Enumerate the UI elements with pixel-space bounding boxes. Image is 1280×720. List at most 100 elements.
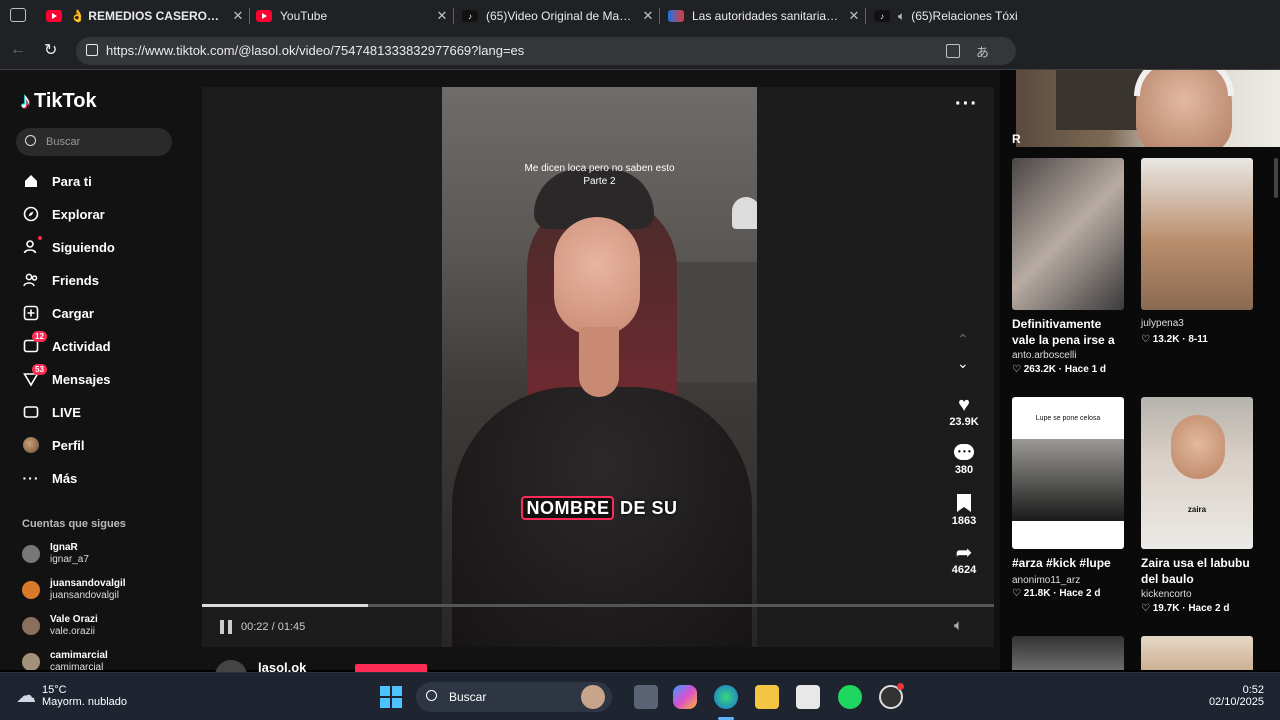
file-explorer-icon[interactable] (755, 685, 779, 709)
video-subtitle: NOMBRE DE SU (442, 496, 757, 520)
tiktok-icon: ♪ (874, 10, 890, 22)
thumbnail-overlay-text: zaira (1187, 505, 1207, 514)
refresh-icon[interactable]: ↻ (44, 40, 57, 60)
close-icon[interactable]: ✕ (434, 8, 450, 24)
close-icon[interactable]: ✕ (230, 8, 246, 24)
browser-tab[interactable]: ♪ (65)Video Original de Mantec ✕ (462, 4, 656, 28)
search-box[interactable]: Buscar (16, 128, 172, 156)
next-video-icon[interactable]: ⌄ (957, 355, 969, 372)
tiktok-sidebar: ♪ TikTok Buscar Para ti Explorar Siguien… (0, 70, 200, 670)
video-stats: ♡ 21.8K · Hace 2 d (1012, 588, 1101, 599)
friends-icon (22, 271, 40, 289)
author-name[interactable]: lasol.ok (258, 660, 306, 672)
panel-header-fragment: R (1012, 132, 1021, 146)
nav-label: Para ti (52, 173, 92, 189)
tiktok-logo[interactable]: ♪ TikTok (20, 88, 97, 114)
video-thumbnail[interactable] (1012, 636, 1124, 670)
like-count: 263.2K (1023, 364, 1056, 375)
volume-icon[interactable]: 🔈︎ (954, 617, 963, 634)
tab-split-icon[interactable] (946, 44, 960, 58)
browser-tab[interactable]: Las autoridades sanitarias de ✕ (668, 4, 862, 28)
video-title: Definitivamente vale la pena irse a bahí… (1012, 317, 1115, 347)
youtube-icon (256, 10, 272, 22)
weather-desc: Mayorm. nublado (42, 695, 127, 708)
nav-label: Explorar (52, 206, 105, 222)
cloud-sun-icon: ☁ (16, 685, 36, 707)
following-account[interactable]: IgnaR ignar_a7 (22, 540, 89, 568)
nav-item-live[interactable]: LIVE (22, 400, 81, 424)
video-stage[interactable]: Me dicen loca pero no saben esto Parte 2… (202, 87, 994, 647)
compass-icon (22, 205, 40, 223)
weather-widget[interactable]: ☁ 15°C Mayorm. nublado (16, 683, 127, 708)
scrollbar[interactable] (1274, 158, 1278, 198)
taskbar-search[interactable]: Buscar (416, 682, 612, 712)
video-thumbnail[interactable] (1141, 636, 1253, 670)
address-bar[interactable]: https://www.tiktok.com/@lasol.ok/video/7… (76, 37, 1016, 65)
nav-item-explorar[interactable]: Explorar (22, 202, 105, 226)
tab-title: (65)Relaciones Tóxi (911, 9, 1018, 23)
following-account[interactable]: juansandovalgil juansandovalgil (22, 576, 126, 604)
share-button[interactable]: ➦ 4624 (944, 542, 984, 576)
profile-icon (22, 436, 40, 454)
edge-icon[interactable] (714, 685, 738, 709)
url-text[interactable]: https://www.tiktok.com/@lasol.ok/video/7… (106, 43, 524, 58)
system-clock[interactable]: 0:52 02/10/2025 (1190, 684, 1264, 708)
video-frame[interactable]: Me dicen loca pero no saben esto Parte 2… (442, 87, 757, 647)
heart-icon: ♥ (958, 394, 970, 416)
doorway (667, 262, 757, 382)
recommended-video[interactable]: Definitivamente vale la pena irse a bahí… (1012, 158, 1124, 375)
author-avatar[interactable] (215, 660, 247, 672)
comment-button[interactable]: • • • 380 (944, 444, 984, 476)
task-view-icon[interactable] (634, 685, 658, 709)
nav-item-mensajes[interactable]: 53 Mensajes (22, 364, 111, 391)
nav-item-friends[interactable]: Friends (22, 268, 99, 292)
upload-icon (22, 304, 40, 322)
pause-icon[interactable] (220, 620, 232, 634)
share-icon: ➦ (955, 542, 973, 564)
face (554, 217, 640, 335)
site-info-icon[interactable] (86, 44, 98, 56)
search-input[interactable]: Buscar (46, 136, 80, 148)
nav-item-cargar[interactable]: Cargar (22, 301, 94, 325)
translate-icon[interactable]: あ (976, 42, 989, 61)
nav-label: Cargar (52, 305, 94, 321)
previous-video-icon[interactable]: ⌃ (957, 331, 969, 348)
following-account[interactable]: Vale Orazi vale.orazii (22, 612, 98, 640)
tab-actions-icon[interactable] (10, 8, 26, 22)
save-button[interactable]: 1863 (944, 494, 984, 527)
nav-item-para-ti[interactable]: Para ti (22, 169, 92, 193)
following-account[interactable]: camimarcial camimarcial (22, 648, 108, 670)
heart-outline-icon: ♡ (1012, 364, 1024, 375)
browser-tab[interactable]: 👌 REMEDIOS CASEROS para ( ✕ (46, 4, 246, 28)
more-options-icon[interactable]: ··· (955, 93, 978, 116)
subtitle-highlight: NOMBRE (521, 496, 615, 520)
video-caption: Me dicen loca pero no saben esto Parte 2 (442, 162, 757, 188)
nav-item-mas[interactable]: ··· Más (22, 466, 78, 490)
browser-tab[interactable]: YouTube ✕ (256, 4, 450, 28)
follow-button[interactable] (355, 664, 427, 672)
progress-bar[interactable] (202, 604, 994, 607)
recommended-video[interactable]: zaira Zaira usa el labubu del baulo #mem… (1141, 397, 1253, 614)
taskbar: ☁ 15°C Mayorm. nublado Buscar 0:52 02/10… (0, 672, 1280, 720)
like-button[interactable]: ♥ 23.9K (944, 394, 984, 428)
store-icon[interactable] (796, 685, 820, 709)
recommended-video[interactable]: Lupe se pone celosa #arza #kick #lupe an… (1012, 397, 1124, 599)
copilot-icon[interactable] (673, 685, 697, 709)
nav-label: Siguiendo (52, 239, 115, 255)
close-icon[interactable]: ✕ (640, 8, 656, 24)
tab-title: (65)Video Original de Mantec (486, 9, 636, 23)
close-icon[interactable]: ✕ (846, 8, 862, 24)
spotify-icon[interactable] (838, 685, 862, 709)
start-button[interactable] (380, 686, 402, 708)
avatar (22, 617, 40, 635)
nav-item-actividad[interactable]: 12 Actividad (22, 331, 111, 358)
back-icon[interactable]: ← (10, 41, 26, 59)
recommended-panel: R Definitivamente vale la pena irse a ba… (1000, 70, 1280, 670)
nav-item-siguiendo[interactable]: Siguiendo (22, 235, 115, 259)
recommended-video[interactable]: julypena3 ♡ 13.2K · 8-11 (1141, 158, 1253, 345)
video-author: julypena3 (1141, 318, 1184, 329)
nav-item-perfil[interactable]: Perfil (22, 433, 85, 457)
nav-label: LIVE (52, 404, 81, 420)
video-author: anto.arboscelli (1012, 350, 1077, 361)
browser-tab[interactable]: ♪ 🔈︎ (65)Relaciones Tóxi (874, 4, 1020, 28)
